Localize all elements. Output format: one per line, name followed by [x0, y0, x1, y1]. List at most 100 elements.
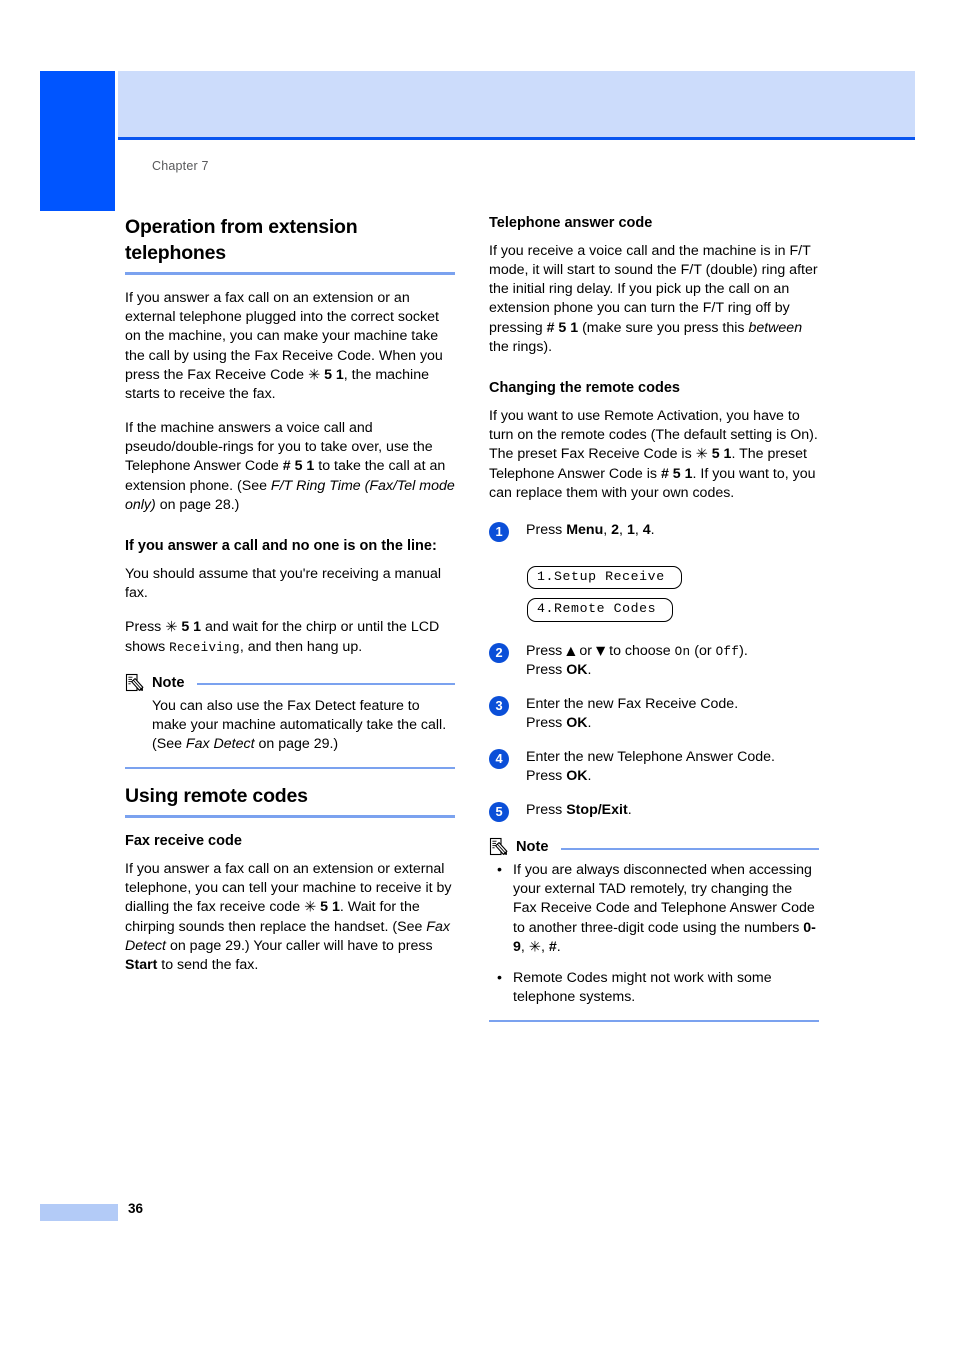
subheading-fax-receive-code: Fax receive code	[125, 833, 242, 849]
lcd-display-remote-codes: 4.Remote Codes	[527, 598, 674, 622]
text-run: Press	[526, 714, 567, 731]
note-bullet-list: • If you are always disconnected when ac…	[489, 861, 819, 1007]
note-header-rule	[561, 847, 819, 850]
text-run: .	[587, 768, 592, 785]
code-text: 5 1	[711, 446, 732, 462]
text-run: Press	[526, 661, 567, 678]
paragraph-remote-activation: If you want to use Remote Activation, yo…	[489, 407, 819, 503]
subheading-no-one-on-line: If you answer a call and no one is on th…	[125, 537, 437, 554]
text-run: or	[575, 642, 596, 659]
note-footer-rule	[125, 766, 455, 769]
code-text: 5 1	[324, 366, 344, 383]
subheading-telephone-answer-code: Telephone answer code	[489, 215, 653, 231]
text-run: .	[556, 938, 561, 955]
code-text: # 5 1	[282, 458, 315, 475]
text-run: on page 29.)	[254, 735, 339, 752]
paragraph-telephone-answer-code: If you receive a voice call and the mach…	[489, 242, 819, 357]
asterisk-icon: ✳	[695, 446, 708, 463]
code-text: # 5 1	[546, 319, 579, 336]
text-run: Press	[526, 642, 567, 659]
chapter-label: Chapter 7	[152, 159, 209, 173]
text-run: on page 28.)	[155, 496, 240, 513]
note-body: You can also use the Fax Detect feature …	[125, 697, 455, 754]
paragraph-extension-intro: If you answer a fax call on an extension…	[125, 289, 455, 404]
text-run: (or	[690, 642, 716, 659]
step-number-badge: 2	[489, 642, 509, 663]
button-name-start: Start	[125, 957, 158, 973]
subheading-changing-remote-codes: Changing the remote codes	[489, 379, 680, 396]
note-title: Note	[152, 674, 185, 691]
paragraph-manual-fax: You should assume that you're receiving …	[125, 565, 442, 601]
text-run: ,	[634, 521, 643, 538]
text-run: ,	[520, 938, 529, 955]
step-item: 5 Press Stop/Exit.	[489, 801, 819, 823]
text-run: If you are always disconnected when acce…	[513, 862, 815, 936]
step-content: Press Stop/Exit.	[526, 801, 819, 820]
note-pencil-icon	[125, 673, 144, 691]
numbered-steps-list: 1 Press Menu, 2, 1, 4. 1.Setup Receive 4…	[489, 521, 819, 823]
note-bullet-text: If you are always disconnected when acce…	[513, 861, 819, 957]
code-text: 5 1	[181, 619, 202, 635]
step-number-badge: 1	[489, 521, 509, 542]
button-name-menu: Menu	[566, 521, 604, 538]
step-content: Enter the new Telephone Answer Code. Pres…	[526, 748, 819, 786]
paragraph-voice-call: If the machine answers a voice call and …	[125, 419, 455, 514]
asterisk-icon: ✳	[165, 619, 178, 636]
chapter-tab-block	[40, 71, 115, 211]
code-text: # 5 1	[660, 465, 693, 482]
left-column: Operation from extension telephones If y…	[125, 214, 455, 975]
button-name-ok: OK	[566, 768, 588, 785]
step-item: 3 Enter the new Fax Receive Code. Press O…	[489, 695, 819, 733]
step-item: 1 Press Menu, 2, 1, 4.	[489, 521, 819, 542]
note-header: Note	[125, 673, 455, 693]
text-run: ,	[603, 521, 612, 538]
keypad-digit: 4	[642, 521, 651, 538]
keypad-digit: 1	[626, 521, 635, 538]
text-run: ,	[540, 938, 549, 955]
text-run: Press	[526, 802, 567, 819]
note-box-remote-codes: Note • If you are always disconnected wh…	[489, 837, 819, 1023]
note-header-rule	[197, 683, 455, 686]
text-run: , and then hang up.	[239, 638, 363, 655]
step-item: 2 Press ▲ or ▼ to choose On (or Off). Pre…	[489, 642, 819, 680]
step-number-badge: 4	[489, 749, 509, 770]
text-run: ,	[619, 521, 627, 538]
footer-accent-bar	[40, 1204, 118, 1221]
step-item: 4 Enter the new Telephone Answer Code. Pr…	[489, 748, 819, 786]
text-run: Press	[125, 619, 166, 635]
section-divider	[125, 272, 455, 276]
page-number: 36	[128, 1201, 144, 1216]
step-content: Press ▲ or ▼ to choose On (or Off). Press…	[526, 642, 819, 680]
note-header: Note	[489, 837, 819, 857]
asterisk-icon: ✳	[307, 367, 321, 384]
paragraph-fax-receive-code: If you answer a fax call on an extension…	[125, 860, 455, 975]
step-number-badge: 5	[489, 802, 509, 823]
bullet-icon: •	[497, 862, 502, 879]
text-run: Press	[526, 521, 567, 538]
keypad-digit: 2	[611, 521, 620, 538]
note-bullet-item: • Remote Codes might not work with some …	[497, 969, 819, 1007]
text-run: on page 29.) Your caller will have to pr…	[166, 937, 433, 954]
note-title: Note	[516, 839, 549, 856]
lcd-option-off: Off	[715, 644, 740, 659]
step-content: Press Menu, 2, 1, 4.	[526, 521, 819, 540]
emphasis-between: between	[748, 319, 803, 336]
page-header-banner	[118, 71, 915, 140]
button-name-ok: OK	[566, 714, 588, 731]
arrow-up-icon: ▲	[566, 643, 576, 658]
text-run: (make sure you press this	[578, 319, 749, 336]
bullet-icon: •	[497, 970, 502, 987]
section-divider	[125, 815, 455, 818]
note-bullet-item: • If you are always disconnected when ac…	[497, 861, 819, 957]
text-run: the rings).	[489, 338, 553, 355]
text-run: to send the fax.	[157, 957, 259, 973]
button-name-ok: OK	[566, 661, 588, 678]
text-run: to choose	[605, 642, 675, 659]
arrow-down-icon: ▼	[595, 643, 606, 658]
text-run: Press	[526, 768, 567, 785]
lcd-option-on: On	[674, 644, 691, 659]
lcd-inline-text: Receiving	[169, 640, 240, 655]
text-run: .	[587, 661, 592, 678]
button-name-stop-exit: Stop/Exit	[566, 802, 628, 819]
text-run: Enter the new Fax Receive Code.	[526, 695, 739, 712]
